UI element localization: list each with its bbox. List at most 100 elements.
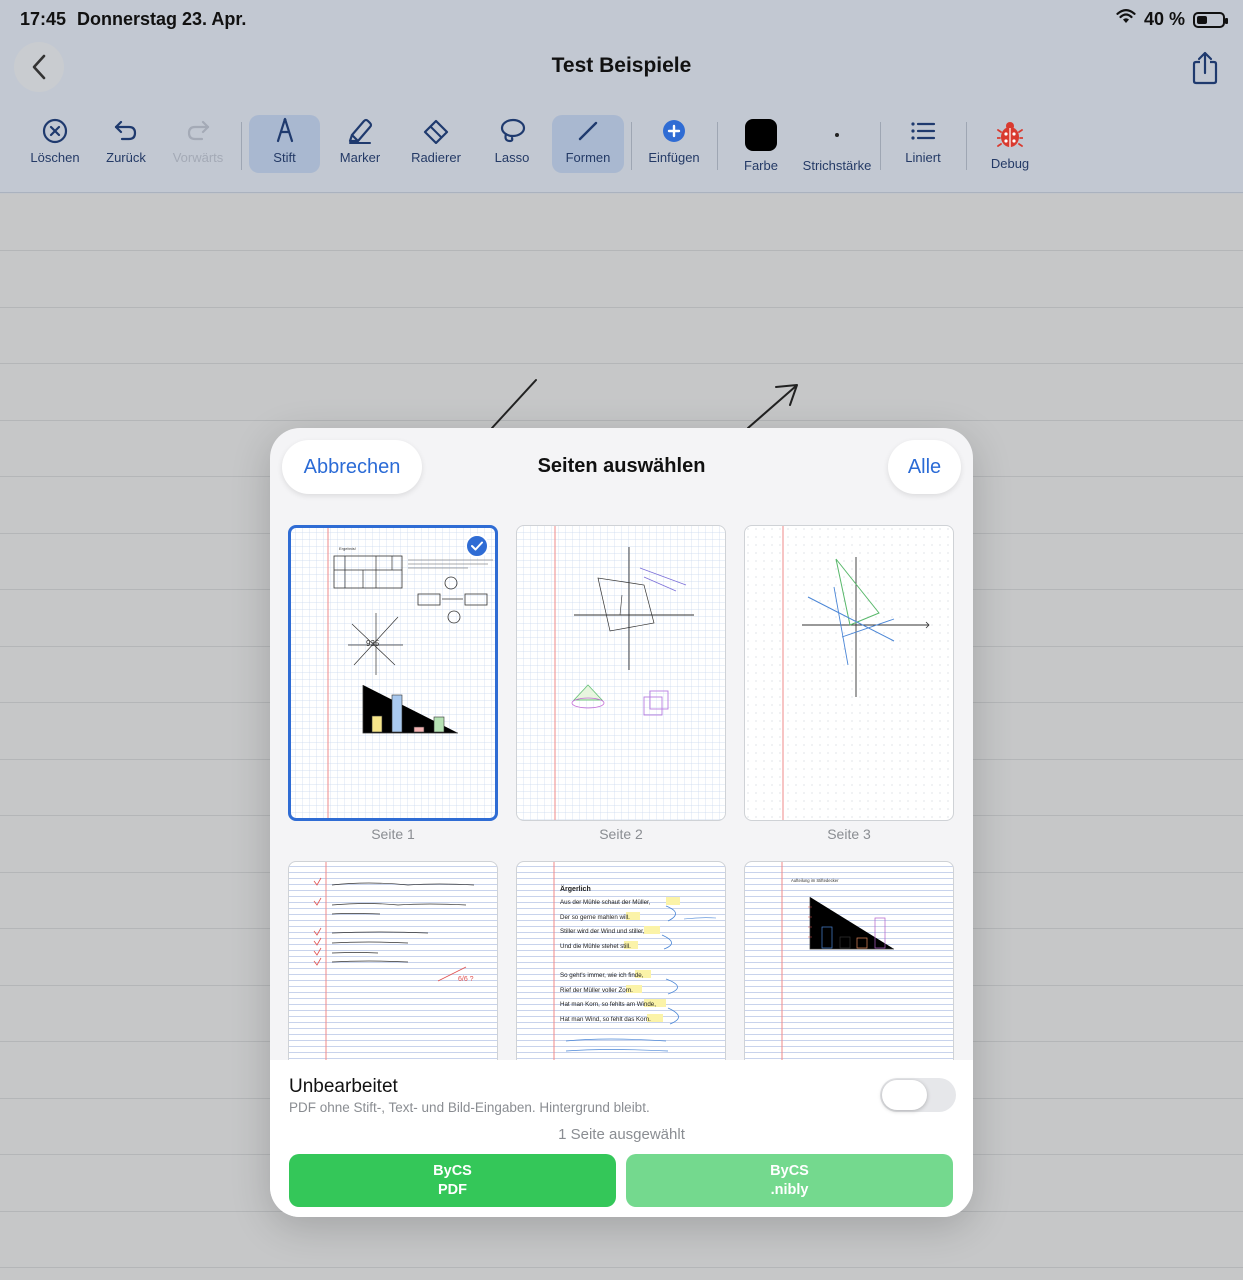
- unedited-description: PDF ohne Stift-, Text- und Bild-Eingaben…: [289, 1100, 650, 1115]
- marker-label: Marker: [339, 150, 381, 165]
- undo-label: Zurück: [106, 150, 146, 165]
- unedited-title: Unbearbeitet: [289, 1076, 398, 1097]
- wifi-icon: [1116, 9, 1136, 30]
- chart-heading: Aufteilung im Stiftedecker: [791, 878, 839, 883]
- battery-fill: [1197, 15, 1207, 24]
- poem-line: Stiller wird der Wind und stiller,: [560, 928, 645, 935]
- page-6-preview: Aufteilung im Stiftedecker: [745, 862, 953, 1060]
- shapes-label: Formen: [565, 150, 611, 165]
- stroke-width-label: Strichstärke: [802, 158, 872, 173]
- debug-button[interactable]: Debug: [984, 115, 1036, 173]
- svg-text:6/6 ?: 6/6 ?: [458, 976, 474, 983]
- selection-count: 1 Seite ausgewählt: [558, 1126, 685, 1143]
- page-selection-sheet: Abbrechen Seiten auswählen Alle Ergebnis…: [270, 428, 973, 1217]
- toolbar: Löschen Zurück Vorwärts Stift Marker Rad…: [0, 110, 1243, 184]
- battery-percent: 40 %: [1143, 9, 1185, 29]
- eraser-tool-button[interactable]: Radierer: [404, 115, 468, 173]
- pen-nib-icon: [276, 117, 293, 143]
- drawn-line: [491, 379, 537, 429]
- page-label-3: Seite 3: [827, 826, 871, 842]
- poem-line: Hat man Wind, so fehlt das Korn.: [560, 1016, 651, 1023]
- toolbar-separator: [966, 122, 967, 170]
- undo-icon: [114, 120, 137, 141]
- page-3-preview: [745, 526, 953, 820]
- dot-icon: [835, 133, 839, 137]
- lasso-tool-button[interactable]: Lasso: [484, 115, 540, 173]
- ruled-label: Liniert: [905, 150, 941, 165]
- page-2-preview: [517, 526, 725, 820]
- sheet-title: Seiten auswählen: [537, 455, 706, 477]
- unedited-toggle[interactable]: [880, 1078, 956, 1112]
- plus-circle-icon: [663, 120, 685, 142]
- redo-button[interactable]: Vorwärts: [166, 115, 230, 173]
- select-all-button[interactable]: Alle: [888, 440, 961, 494]
- ladybug-icon: [997, 122, 1023, 147]
- ruled-button[interactable]: Liniert: [896, 115, 950, 173]
- page-4-preview: 6/6 ?: [289, 862, 497, 1060]
- page-label-2: Seite 2: [599, 826, 643, 842]
- page-thumbnail-1[interactable]: Ergebnis! 935: [288, 525, 498, 821]
- toolbar-separator: [717, 122, 718, 170]
- x-circle-icon: [42, 118, 68, 144]
- shapes-tool-button[interactable]: Formen: [552, 115, 624, 173]
- status-date: Donnerstag 23. Apr.: [77, 9, 247, 29]
- delete-button[interactable]: Löschen: [22, 115, 88, 173]
- marker-tool-button[interactable]: Marker: [330, 115, 390, 173]
- bycs-nibly-line1: ByCS: [770, 1162, 809, 1179]
- pen-tool-button[interactable]: Stift: [249, 115, 320, 173]
- redo-label: Vorwärts: [172, 150, 224, 165]
- delete-label: Löschen: [30, 150, 80, 165]
- lasso-icon: [500, 118, 526, 143]
- stroke-width-button[interactable]: Strichstärke: [798, 115, 876, 173]
- page-1-preview: Ergebnis! 935: [291, 528, 495, 818]
- status-indicators: 40 %: [1116, 9, 1228, 30]
- bycs-pdf-line1: ByCS: [433, 1162, 472, 1179]
- page-thumbnail-3[interactable]: [744, 525, 954, 821]
- toolbar-separator: [631, 122, 632, 170]
- svg-text:935: 935: [366, 639, 380, 648]
- toolbar-separator: [880, 122, 881, 170]
- checkmark-icon: [465, 534, 489, 558]
- share-button[interactable]: [1185, 46, 1225, 90]
- page-thumbnail-6[interactable]: Aufteilung im Stiftedecker: [744, 861, 954, 1060]
- eraser-icon: [423, 119, 449, 144]
- svg-text:Ergebnis!: Ergebnis!: [339, 546, 356, 551]
- export-options-panel: Unbearbeitet PDF ohne Stift-, Text- und …: [270, 1060, 973, 1217]
- redo-icon: [187, 120, 210, 141]
- debug-label: Debug: [990, 156, 1030, 171]
- lasso-label: Lasso: [494, 150, 530, 165]
- insert-button[interactable]: Einfügen: [642, 115, 706, 173]
- color-label: Farbe: [744, 158, 778, 173]
- poem-line: Aus der Mühle schaut der Müller,: [560, 899, 651, 906]
- poem-line: Der so gerne mahlen will.: [560, 914, 630, 921]
- page-5-preview: Ärgerlich Aus der Mühle schaut der Mülle…: [517, 862, 725, 1060]
- pen-label: Stift: [273, 150, 296, 165]
- toolbar-separator: [241, 122, 242, 170]
- poem-line: Und die Mühle stehet still.: [560, 943, 631, 950]
- toggle-knob: [882, 1080, 927, 1110]
- undo-button[interactable]: Zurück: [96, 115, 156, 173]
- poem-heading: Ärgerlich: [560, 885, 591, 893]
- poem-line: Hat man Korn, so fehlts am Winde,: [560, 1001, 656, 1008]
- drawn-arrow: [747, 384, 798, 429]
- page-thumbnail-2[interactable]: [516, 525, 726, 821]
- list-icon: [911, 122, 936, 140]
- color-swatch: [745, 119, 777, 151]
- color-button[interactable]: Farbe: [736, 115, 786, 173]
- page-thumbnail-grid: Ergebnis! 935 Seite 1 Seite 2 Seite 3 6/…: [270, 522, 973, 1060]
- page-thumbnail-5[interactable]: Ärgerlich Aus der Mühle schaut der Mülle…: [516, 861, 726, 1060]
- bycs-pdf-button[interactable]: ByCS PDF: [289, 1154, 616, 1207]
- bycs-pdf-line2: PDF: [438, 1181, 467, 1198]
- status-bar: 17:45 Donnerstag 23. Apr. 40 %: [0, 0, 1243, 40]
- page-thumbnail-4[interactable]: 6/6 ?: [288, 861, 498, 1060]
- marker-icon: [348, 118, 373, 144]
- bycs-nibly-button[interactable]: ByCS .nibly: [626, 1154, 953, 1207]
- insert-label: Einfügen: [648, 150, 700, 165]
- eraser-label: Radierer: [411, 150, 461, 165]
- status-time: 17:45: [20, 9, 67, 29]
- poem-line: Rief der Müller voller Zorn.: [560, 987, 633, 994]
- page-label-1: Seite 1: [371, 826, 415, 842]
- poem-line: So geht's immer, wie ich finde,: [560, 972, 644, 979]
- battery-icon: [1193, 11, 1228, 28]
- share-icon: [1192, 51, 1218, 85]
